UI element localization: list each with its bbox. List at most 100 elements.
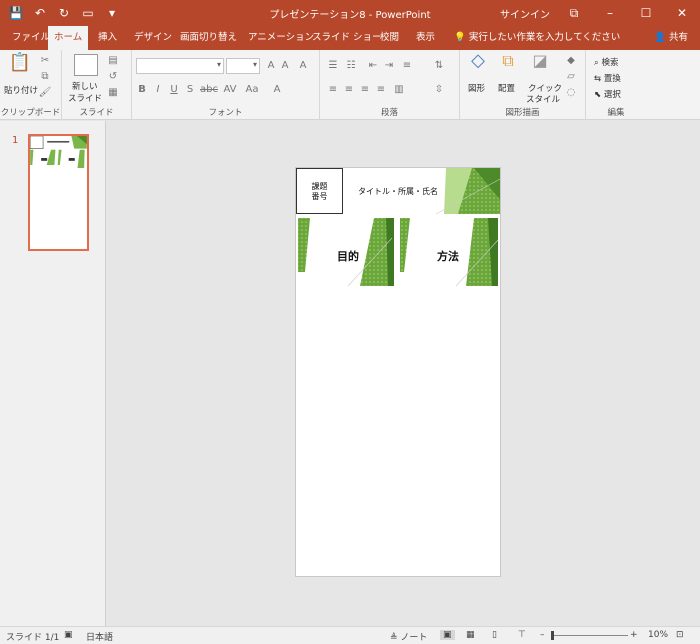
layout-icon[interactable]: ▤	[106, 54, 120, 68]
shapes-icon[interactable]: ◇	[466, 52, 490, 78]
align-right-icon[interactable]: ≡	[358, 83, 372, 97]
bold-icon[interactable]: B	[136, 83, 148, 97]
shadow-icon[interactable]: S	[184, 83, 196, 97]
bullets-icon[interactable]: ☰	[326, 59, 340, 73]
select-label: 選択	[603, 90, 621, 100]
align-text-icon[interactable]: ⇳	[432, 83, 446, 97]
cut-icon[interactable]: ✂	[38, 54, 52, 68]
search-icon: ⌕	[594, 58, 599, 68]
minimize-icon[interactable]: –	[592, 0, 628, 26]
new-slide-label-1[interactable]: 新しい	[72, 80, 98, 92]
text-direction-icon[interactable]: ⇅	[432, 59, 446, 73]
quick-styles-icon[interactable]: ◪	[528, 53, 552, 78]
font-name-dropdown[interactable]: ▾	[136, 58, 224, 74]
signin-link[interactable]: サインイン	[500, 6, 550, 21]
shape-effects-icon[interactable]: ◌	[564, 86, 578, 100]
ribbon-display-options-icon[interactable]: ⧉	[556, 0, 592, 26]
align-left-icon[interactable]: ≡	[326, 83, 340, 97]
paste-label[interactable]: 貼り付け	[4, 84, 38, 96]
tab-view[interactable]: 表示	[410, 26, 441, 50]
shapes-label[interactable]: 図形	[468, 82, 485, 94]
thumbnail-number: 1	[12, 135, 19, 146]
drawing-group-label: 図形描画	[505, 108, 540, 118]
select-button[interactable]: ⬉ 選択	[594, 88, 621, 100]
format-painter-icon[interactable]: 🖌	[38, 86, 52, 100]
title-bar: 💾 ↶ ↻ ▭ ▾ プレゼンテーション8 - PowerPoint サインイン …	[0, 0, 700, 26]
title-affiliation-name[interactable]: タイトル・所属・氏名	[358, 186, 438, 197]
reset-icon[interactable]: ↺	[106, 70, 120, 84]
normal-view-icon[interactable]: ▣	[440, 630, 455, 640]
notes-button[interactable]: ≜ ノート	[390, 630, 427, 643]
slide-thumbnail[interactable]	[28, 134, 89, 251]
columns-icon[interactable]: ▥	[392, 83, 406, 97]
align-center-icon[interactable]: ≡	[342, 83, 356, 97]
font-color-icon[interactable]: A	[270, 83, 284, 97]
char-spacing-icon[interactable]: AV	[222, 83, 238, 97]
close-icon[interactable]: ✕	[664, 0, 700, 26]
task-number-label-2: 番号	[311, 192, 328, 201]
drawing-group: ◇ 図形 ⧉ 配置 ◪ クイック スタイル ◆ ▱ ◌ 図形描画	[460, 50, 586, 120]
replace-button[interactable]: ⇆ 置換	[594, 72, 621, 84]
tab-transitions[interactable]: 画面切り替え	[174, 26, 243, 50]
line-spacing-icon[interactable]: ≡	[400, 59, 414, 73]
slides-group-label: スライド	[79, 108, 114, 118]
tab-insert[interactable]: 挿入	[92, 26, 123, 50]
numbering-icon[interactable]: ☷	[344, 59, 358, 73]
heading-method[interactable]: 方法	[437, 248, 459, 264]
language[interactable]: 日本語	[86, 630, 113, 643]
copy-icon[interactable]: ⧉	[38, 70, 52, 84]
heading-purpose[interactable]: 目的	[337, 248, 359, 264]
right-block-shape-1	[400, 218, 410, 272]
new-slide-icon[interactable]	[74, 54, 98, 76]
arrange-label[interactable]: 配置	[498, 82, 515, 94]
undo-icon[interactable]: ↶	[30, 3, 50, 23]
zoom-out-icon[interactable]: –	[540, 630, 545, 640]
task-number-box[interactable]: 課題 番号	[296, 168, 343, 214]
spellcheck-icon[interactable]: ▣	[64, 630, 73, 640]
font-group: ▾ ▾ A A A B I U S abc AV Aa A フォント	[132, 50, 320, 120]
replace-icon: ⇆	[594, 74, 602, 84]
section-icon[interactable]: ▦	[106, 86, 120, 100]
shape-fill-icon[interactable]: ◆	[564, 54, 578, 68]
zoom-level[interactable]: 10%	[648, 630, 668, 640]
share-label: 共有	[668, 32, 688, 43]
font-size-dropdown[interactable]: ▾	[226, 58, 260, 74]
zoom-slider-thumb[interactable]	[551, 631, 554, 640]
tab-review[interactable]: 校閲	[374, 26, 405, 50]
zoom-slider[interactable]	[552, 635, 628, 636]
zoom-in-icon[interactable]: +	[630, 630, 638, 640]
increase-font-icon[interactable]: A	[264, 59, 278, 73]
fit-slide-icon[interactable]: ⊡	[676, 630, 684, 640]
editing-group: ⌕ 検索 ⇆ 置換 ⬉ 選択 編集	[586, 50, 646, 120]
shape-outline-icon[interactable]: ▱	[564, 70, 578, 84]
save-icon[interactable]: 💾	[6, 3, 26, 23]
slide-sorter-icon[interactable]: ▦	[466, 630, 475, 640]
italic-icon[interactable]: I	[152, 83, 164, 97]
reading-view-icon[interactable]: ▯	[492, 630, 497, 640]
tell-me-search[interactable]: 💡 実行したい作業を入力してください	[454, 26, 620, 50]
clear-formatting-icon[interactable]: A	[296, 59, 310, 73]
paste-icon[interactable]: 📋	[8, 54, 32, 80]
decrease-font-icon[interactable]: A	[278, 59, 292, 73]
maximize-icon[interactable]: ☐	[628, 0, 664, 26]
tab-design[interactable]: デザイン	[128, 26, 178, 50]
arrange-icon[interactable]: ⧉	[496, 53, 520, 78]
decrease-indent-icon[interactable]: ⇤	[366, 59, 380, 73]
slide-canvas[interactable]: 課題 番号 タイトル・所属・氏名 目的 方法	[295, 167, 501, 577]
redo-icon[interactable]: ↻	[54, 3, 74, 23]
find-button[interactable]: ⌕ 検索	[594, 56, 618, 68]
quick-styles-label-2[interactable]: スタイル	[526, 93, 560, 105]
present-from-start-icon[interactable]: ▭	[78, 3, 98, 23]
paragraph-group: ☰ ☷ ⇤ ⇥ ≡ ⇅ ≡ ≡ ≡ ≡ ▥ ⇳ 段落	[320, 50, 460, 120]
strikethrough-icon[interactable]: abc	[200, 83, 218, 97]
clipboard-group-label: クリップボード	[0, 108, 61, 118]
new-slide-label-2[interactable]: スライド	[68, 92, 102, 104]
slideshow-view-icon[interactable]: ⊤	[518, 630, 526, 640]
share-button[interactable]: 👤 共有	[654, 26, 688, 50]
increase-indent-icon[interactable]: ⇥	[382, 59, 396, 73]
customize-qat-icon[interactable]: ▾	[102, 3, 122, 23]
change-case-icon[interactable]: Aa	[244, 83, 260, 97]
justify-icon[interactable]: ≡	[374, 83, 388, 97]
tab-home[interactable]: ホーム	[48, 26, 89, 50]
underline-icon[interactable]: U	[168, 83, 180, 97]
